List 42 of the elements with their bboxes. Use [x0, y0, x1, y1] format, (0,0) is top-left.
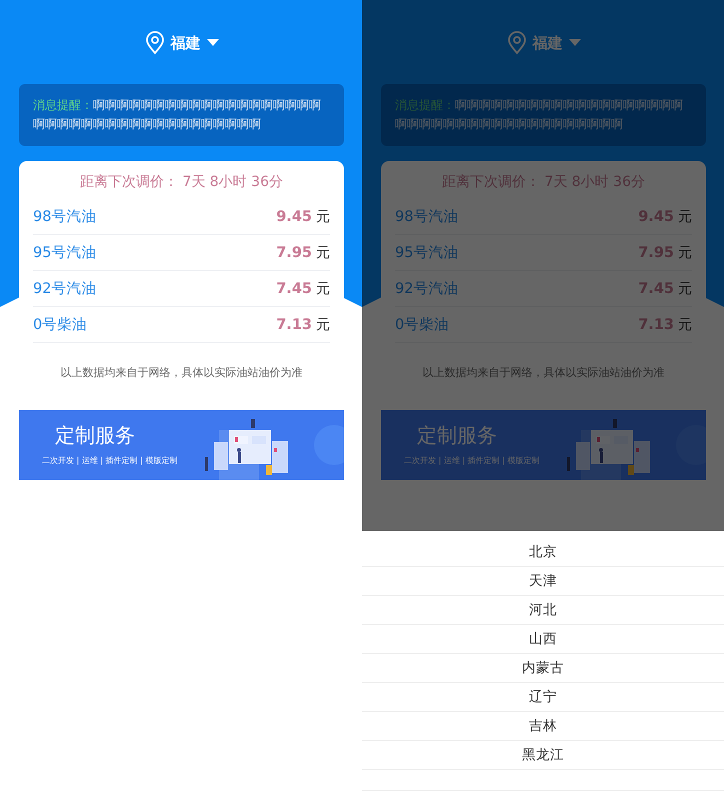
- fuel-price: 7.13: [276, 316, 312, 332]
- province-option[interactable]: 北京: [362, 538, 724, 567]
- caret-icon: [568, 39, 580, 47]
- fuel-name: 0号柴油: [395, 316, 450, 334]
- province-option[interactable]: 黑龙江: [362, 741, 724, 770]
- location-selector[interactable]: 福建: [170, 34, 218, 52]
- fuel-name: 95号汽油: [395, 244, 458, 262]
- data-source-note: 以上数据均来自于网络，具体以实际油站油价为准: [60, 365, 304, 381]
- price-unit: 元: [316, 280, 330, 298]
- banner-title: 定制服务: [417, 422, 497, 449]
- fuel-price: 9.45: [276, 208, 312, 224]
- fuel-name: 98号汽油: [395, 208, 458, 226]
- fuel-name: 92号汽油: [395, 280, 458, 298]
- price-unit: 元: [316, 208, 330, 226]
- price-unit: 元: [678, 244, 692, 262]
- fuel-price: 7.45: [276, 280, 312, 296]
- province-option[interactable]: 吉林: [362, 712, 724, 741]
- countdown-text: 距离下次调价： 7天 8小时 36分: [79, 173, 284, 191]
- fuel-price: 7.95: [276, 244, 312, 260]
- price-unit: 元: [678, 280, 692, 298]
- banner-title: 定制服务: [55, 422, 135, 449]
- fuel-name: 92号汽油: [33, 280, 96, 298]
- notice-text: 消息提醒：啊啊啊啊啊啊啊啊啊啊啊啊啊啊啊啊啊啊啊啊啊啊啊啊啊啊啊啊啊啊啊啊啊啊啊啊啊啊: [33, 97, 322, 133]
- fuel-name: 98号汽油: [33, 208, 96, 226]
- price-unit: 元: [678, 316, 692, 334]
- price-unit: 元: [316, 244, 330, 262]
- fuel-name: 95号汽油: [33, 244, 96, 262]
- banner-subtitle: 二次开发 | 运维 | 插件定制 | 模版定制: [404, 455, 540, 466]
- fuel-name: 0号柴油: [33, 316, 88, 334]
- province-option[interactable]: 河北: [362, 596, 724, 625]
- province-option[interactable]: 辽宁: [362, 683, 724, 712]
- data-source-note: 以上数据均来自于网络，具体以实际油站油价为准: [422, 365, 666, 381]
- banner-subtitle: 二次开发 | 运维 | 插件定制 | 模版定制: [42, 455, 178, 466]
- province-option[interactable]: 山西: [362, 625, 724, 654]
- location-pin-icon: [144, 31, 164, 55]
- province-option[interactable]: 天津: [362, 567, 724, 596]
- price-unit: 元: [316, 316, 330, 334]
- price-unit: 元: [678, 208, 692, 226]
- location-pin-icon: [506, 31, 526, 55]
- ad-banner[interactable]: 定制服务 二次开发 | 运维 | 插件定制 | 模版定制: [19, 410, 344, 480]
- province-option[interactable]: 内蒙古: [362, 654, 724, 683]
- caret-icon: [206, 39, 218, 47]
